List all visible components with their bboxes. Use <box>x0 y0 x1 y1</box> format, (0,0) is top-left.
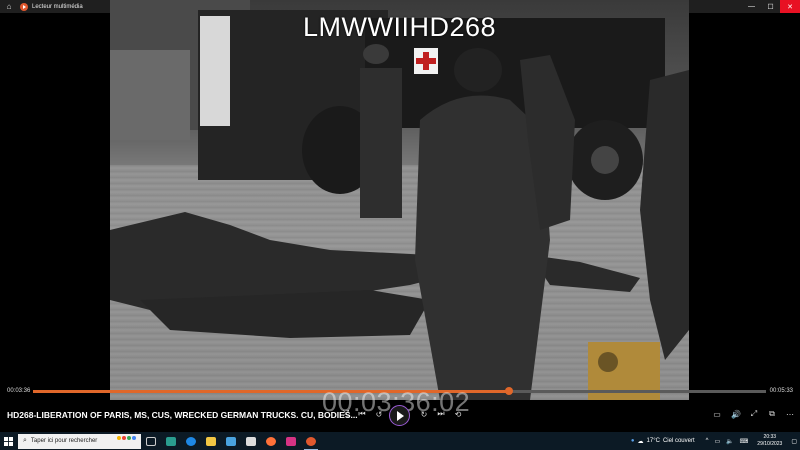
seek-thumb[interactable] <box>505 387 514 395</box>
file-explorer-icon[interactable] <box>201 432 221 450</box>
weather-widget[interactable]: ☁ 17°C Ciel couvert <box>638 438 695 445</box>
media-player-taskbar-icon[interactable] <box>301 432 321 450</box>
video-watermark: LMWWIIHD268 <box>302 12 497 42</box>
chevron-up-icon[interactable]: ^ <box>706 438 709 444</box>
miniplayer-icon[interactable]: ⧉ <box>765 407 779 421</box>
task-view-icon[interactable] <box>141 432 161 450</box>
edge-icon[interactable] <box>181 432 201 450</box>
shuffle-icon[interactable]: ⤮ <box>339 407 353 421</box>
clock[interactable]: 20:33 29/10/2023 <box>757 434 782 448</box>
window-title: Lecteur multimédia <box>32 3 83 10</box>
previous-icon[interactable]: ⏮ <box>355 407 369 421</box>
home-icon[interactable]: ⌂ <box>0 2 18 11</box>
media-player-window: ⌂ Lecteur multimédia — ☐ ✕ LMWWIIHD268 0… <box>0 0 800 432</box>
minimize-button[interactable]: — <box>742 0 761 13</box>
clock-date: 29/10/2023 <box>757 441 783 447</box>
widgets-icon[interactable] <box>161 432 181 450</box>
playback-controls: 00:03:36:02 HD268-LIBERATION OF PARIS, M… <box>0 387 800 432</box>
start-button[interactable] <box>0 432 17 450</box>
network-icon[interactable]: ▭ <box>714 438 720 445</box>
more-options-icon[interactable]: ⋯ <box>783 407 797 421</box>
current-time: 00:03:36 <box>7 388 31 394</box>
media-player-icon <box>20 2 28 11</box>
notifications-icon[interactable]: ▢ <box>791 438 797 445</box>
speaker-icon[interactable]: 🔈 <box>726 438 733 445</box>
next-icon[interactable]: ⏭ <box>434 407 448 421</box>
cloud-app-icon[interactable] <box>221 432 241 450</box>
windows-icon <box>4 436 13 446</box>
mail-icon[interactable] <box>241 432 261 450</box>
weather-condition: Ciel couvert <box>662 438 695 444</box>
firefox-icon[interactable] <box>261 432 281 450</box>
fullscreen-icon[interactable]: ⤢ <box>747 407 761 421</box>
system-tray: ● ☁ 17°C Ciel couvert ^ ▭ 🔈 ⌨ 20:33 29/1… <box>628 432 800 450</box>
taskbar: ⌕ Taper ici pour rechercher ● ☁ 17°C Cie… <box>0 432 800 450</box>
taskbar-search[interactable]: ⌕ Taper ici pour rechercher <box>18 433 141 449</box>
photos-icon[interactable] <box>281 432 301 450</box>
video-scene <box>110 0 689 400</box>
forward-30-icon[interactable]: ↻ <box>417 407 431 421</box>
search-highlight-icon <box>117 435 139 447</box>
keyboard-icon[interactable]: ⌨ <box>740 438 749 445</box>
media-title: HD268-LIBERATION OF PARIS, MS, CUS, WREC… <box>7 410 358 420</box>
tray-app-icon[interactable]: ● <box>631 438 635 444</box>
close-button[interactable]: ✕ <box>780 0 800 13</box>
total-time: 00:05:33 <box>769 388 793 394</box>
weather-temp: 17°C <box>646 438 660 444</box>
maximize-button[interactable]: ☐ <box>761 0 780 13</box>
clock-time: 20:33 <box>763 434 777 440</box>
play-button[interactable] <box>389 405 410 426</box>
repeat-icon[interactable]: ⟲ <box>451 407 465 421</box>
video-frame[interactable]: LMWWIIHD268 <box>110 0 689 400</box>
search-placeholder: Taper ici pour rechercher <box>30 438 98 444</box>
weather-icon: ☁ <box>637 438 644 445</box>
volume-icon[interactable]: 🔊 <box>729 407 743 421</box>
subtitles-icon[interactable]: ▭ <box>710 407 724 421</box>
search-icon: ⌕ <box>23 437 27 444</box>
rewind-10-icon[interactable]: ↺ <box>372 407 386 421</box>
